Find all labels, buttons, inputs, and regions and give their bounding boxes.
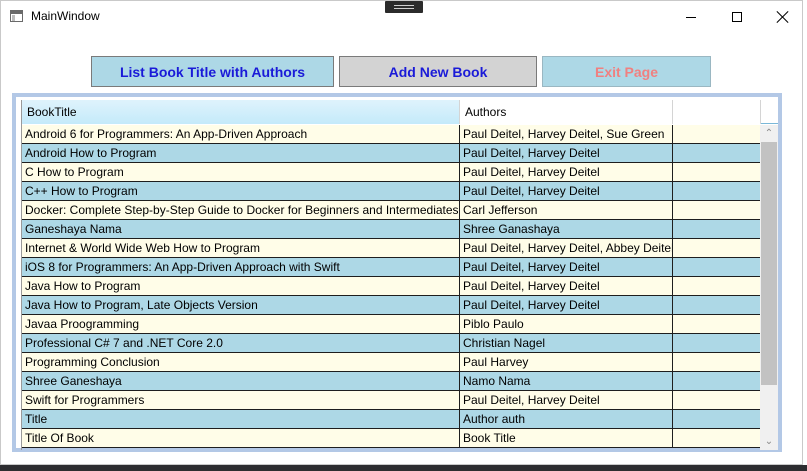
cell-booktitle[interactable]: C++ How to Program <box>22 182 460 200</box>
cell-booktitle[interactable]: Title Of Book <box>22 429 460 447</box>
cell-authors[interactable]: Author auth <box>460 410 673 428</box>
scroll-up-icon[interactable]: ⌃ <box>760 125 778 142</box>
table-row[interactable]: C++ How to Program Paul Deitel, Harvey De… <box>22 182 761 201</box>
cell-booktitle[interactable]: Javaa Proogramming <box>22 315 460 333</box>
cell-booktitle[interactable]: Swift for Programmers <box>22 391 460 409</box>
cell-authors[interactable]: Paul Deitel, Harvey Deitel <box>460 296 673 314</box>
table-row[interactable]: Docker: Complete Step-by-Step Guide to D… <box>22 201 761 220</box>
column-header-authors[interactable]: Authors <box>460 100 673 124</box>
cell-filler <box>673 125 761 143</box>
cell-filler <box>673 277 761 295</box>
cell-filler <box>673 258 761 276</box>
cell-booktitle[interactable]: Programming Conclusion <box>22 353 460 371</box>
main-window: MainWindow List Book Title with Authors … <box>0 0 803 465</box>
table-row[interactable]: Shree Ganeshaya Namo Nama <box>22 372 761 391</box>
cell-filler <box>673 410 761 428</box>
cell-booktitle[interactable]: Internet & World Wide Web How to Program <box>22 239 460 257</box>
cell-authors[interactable]: Paul Harvey <box>460 353 673 371</box>
title-bar[interactable]: MainWindow <box>1 1 802 33</box>
table-row[interactable]: C How to Program Paul Deitel, Harvey Deit… <box>22 163 761 182</box>
cell-authors[interactable]: Paul Deitel, Harvey Deitel <box>460 182 673 200</box>
close-button[interactable] <box>760 1 806 33</box>
scroll-down-icon[interactable]: ⌄ <box>760 433 778 450</box>
cell-booktitle[interactable]: Docker: Complete Step-by-Step Guide to D… <box>22 201 460 219</box>
vertical-scrollbar[interactable]: ⌃ ⌄ <box>760 125 778 450</box>
cell-filler <box>673 163 761 181</box>
books-data-grid[interactable]: BookTitle Authors Android 6 for Programm… <box>21 100 778 450</box>
table-row[interactable]: Swift for Programmers Paul Deitel, Harvey… <box>22 391 761 410</box>
cell-filler <box>673 201 761 219</box>
table-row[interactable]: Java How to Program, Late Objects Versio… <box>22 296 761 315</box>
cell-filler <box>673 296 761 314</box>
table-row[interactable]: Internet & World Wide Web How to Program… <box>22 239 761 258</box>
table-row[interactable]: iOS 8 for Programmers: An App-Driven App… <box>22 258 761 277</box>
cell-filler <box>673 315 761 333</box>
table-row[interactable]: Android 6 for Programmers: An App-Driven… <box>22 125 761 144</box>
cell-filler <box>673 239 761 257</box>
cell-authors[interactable]: Piblo Paulo <box>460 315 673 333</box>
cell-booktitle[interactable]: Android 6 for Programmers: An App-Driven… <box>22 125 460 143</box>
cell-booktitle[interactable]: iOS 8 for Programmers: An App-Driven App… <box>22 258 460 276</box>
table-row[interactable]: Title Author auth <box>22 410 761 429</box>
cell-authors[interactable]: Paul Deitel, Harvey Deitel <box>460 163 673 181</box>
column-header-filler <box>673 100 761 124</box>
cell-filler <box>673 182 761 200</box>
ide-status-strip <box>0 465 807 471</box>
cell-booktitle[interactable]: Java How to Program, Late Objects Versio… <box>22 296 460 314</box>
cell-authors[interactable]: Christian Nagel <box>460 334 673 352</box>
column-header-booktitle[interactable]: BookTitle <box>22 100 460 124</box>
cell-filler <box>673 220 761 238</box>
cell-booktitle[interactable]: Professional C# 7 and .NET Core 2.0 <box>22 334 460 352</box>
cell-authors[interactable]: Book Title <box>460 429 673 447</box>
cell-authors[interactable]: Paul Deitel, Harvey Deitel, Sue Green <box>460 125 673 143</box>
table-row[interactable]: Javaa Proogramming Piblo Paulo <box>22 315 761 334</box>
cell-authors[interactable]: Paul Deitel, Harvey Deitel <box>460 277 673 295</box>
cell-authors[interactable]: Carl Jefferson <box>460 201 673 219</box>
grid-header: BookTitle Authors <box>22 100 778 124</box>
cell-booktitle[interactable]: Android How to Program <box>22 144 460 162</box>
drag-handle-icon[interactable] <box>385 1 423 13</box>
cell-authors[interactable]: Namo Nama <box>460 372 673 390</box>
table-row[interactable]: Ganeshaya Nama Shree Ganashaya <box>22 220 761 239</box>
maximize-button[interactable] <box>714 1 760 33</box>
table-row[interactable]: Programming Conclusion Paul Harvey <box>22 353 761 372</box>
cell-filler <box>673 372 761 390</box>
cell-booktitle[interactable]: C How to Program <box>22 163 460 181</box>
cell-filler <box>673 334 761 352</box>
maximize-icon <box>732 12 742 22</box>
cell-authors[interactable]: Shree Ganashaya <box>460 220 673 238</box>
window-title: MainWindow <box>31 9 100 23</box>
cell-filler <box>673 353 761 371</box>
app-icon <box>10 10 23 22</box>
table-row[interactable]: Professional C# 7 and .NET Core 2.0 Chris… <box>22 334 761 353</box>
table-row[interactable]: Java How to Program Paul Deitel, Harvey D… <box>22 277 761 296</box>
cell-booktitle[interactable]: Shree Ganeshaya <box>22 372 460 390</box>
exit-page-button[interactable]: Exit Page <box>542 56 711 87</box>
scrollbar-thumb[interactable] <box>761 142 777 385</box>
table-row[interactable]: Title Of Book Book Title <box>22 429 761 448</box>
list-books-button[interactable]: List Book Title with Authors <box>91 56 334 87</box>
cell-authors[interactable]: Paul Deitel, Harvey Deitel <box>460 391 673 409</box>
cell-filler <box>673 429 761 447</box>
cell-authors[interactable]: Paul Deitel, Harvey Deitel <box>460 258 673 276</box>
cell-booktitle[interactable]: Title <box>22 410 460 428</box>
cell-authors[interactable]: Paul Deitel, Harvey Deitel <box>460 144 673 162</box>
cell-booktitle[interactable]: Java How to Program <box>22 277 460 295</box>
minimize-button[interactable] <box>668 1 714 33</box>
minimize-icon <box>686 16 696 18</box>
cell-filler <box>673 144 761 162</box>
cell-filler <box>673 391 761 409</box>
cell-booktitle[interactable]: Ganeshaya Nama <box>22 220 460 238</box>
books-grid-frame: BookTitle Authors Android 6 for Programm… <box>12 93 782 452</box>
add-book-button[interactable]: Add New Book <box>339 56 537 87</box>
close-icon <box>777 11 789 23</box>
table-row[interactable]: Android How to Program Paul Deitel, Harve… <box>22 144 761 163</box>
grid-rows: Android 6 for Programmers: An App-Driven… <box>22 125 761 448</box>
cell-authors[interactable]: Paul Deitel, Harvey Deitel, Abbey Deitel <box>460 239 673 257</box>
